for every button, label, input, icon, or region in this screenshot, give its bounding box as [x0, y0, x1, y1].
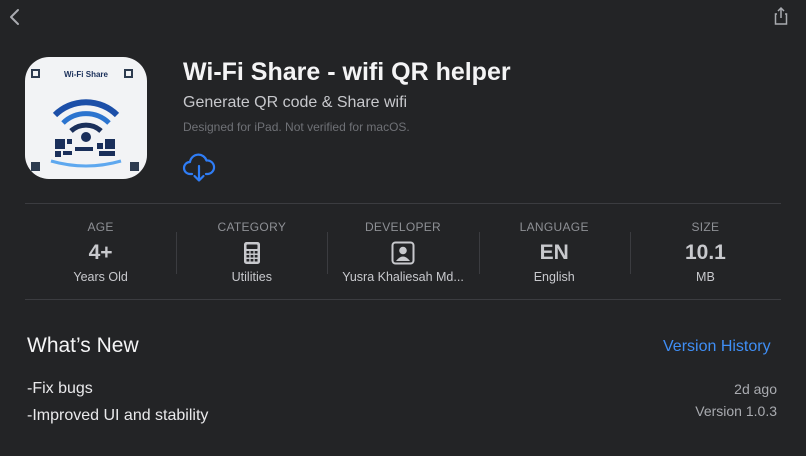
- app-icon-caption: Wi-Fi Share: [64, 70, 108, 79]
- version-history-link[interactable]: Version History: [663, 338, 771, 356]
- info-language: LANGUAGE EN English: [478, 204, 630, 299]
- version-number: Version 1.0.3: [695, 403, 777, 419]
- info-category[interactable]: CATEGORY Utilities: [176, 204, 327, 299]
- info-sub: Yusra Khaliesah Md...: [342, 270, 464, 284]
- download-button[interactable]: [182, 152, 216, 189]
- info-age: AGE 4+ Years Old: [25, 204, 176, 299]
- app-title: Wi-Fi Share - wifi QR helper: [183, 58, 511, 86]
- person-badge-icon: [391, 241, 415, 265]
- calculator-icon: [243, 242, 260, 265]
- share-button[interactable]: [772, 5, 790, 27]
- info-sub: English: [533, 270, 575, 284]
- info-value: 4+: [88, 241, 113, 264]
- release-note: -Improved UI and stability: [27, 407, 209, 424]
- info-label: LANGUAGE: [519, 220, 589, 234]
- info-sub: Utilities: [231, 270, 272, 284]
- info-label: CATEGORY: [217, 220, 287, 234]
- info-developer[interactable]: DEVELOPER Yusra Khaliesah Md...: [327, 204, 478, 299]
- release-date: 2d ago: [734, 381, 777, 397]
- info-sub: Years Old: [73, 270, 128, 284]
- compatibility-note: Designed for iPad. Not verified for macO…: [183, 120, 410, 134]
- info-label: AGE: [87, 220, 114, 234]
- info-strip: AGE 4+ Years Old CATEGORY Utilities DEVE…: [25, 204, 781, 299]
- share-icon: [774, 6, 788, 25]
- release-note: -Fix bugs: [27, 380, 93, 397]
- info-label: DEVELOPER: [364, 220, 442, 234]
- app-subtitle: Generate QR code & Share wifi: [183, 94, 408, 111]
- info-value: EN: [539, 241, 569, 264]
- cloud-download-icon: [182, 153, 216, 182]
- info-size: SIZE 10.1 MB: [629, 204, 781, 299]
- info-value: 10.1: [684, 241, 726, 264]
- chevron-left-icon: [10, 9, 19, 25]
- info-sub: MB: [696, 270, 715, 284]
- app-icon: Wi-Fi Share: [25, 57, 147, 179]
- divider: [25, 299, 781, 300]
- info-label: SIZE: [691, 220, 720, 234]
- whats-new-title: What’s New: [27, 334, 139, 357]
- back-button[interactable]: [6, 6, 24, 28]
